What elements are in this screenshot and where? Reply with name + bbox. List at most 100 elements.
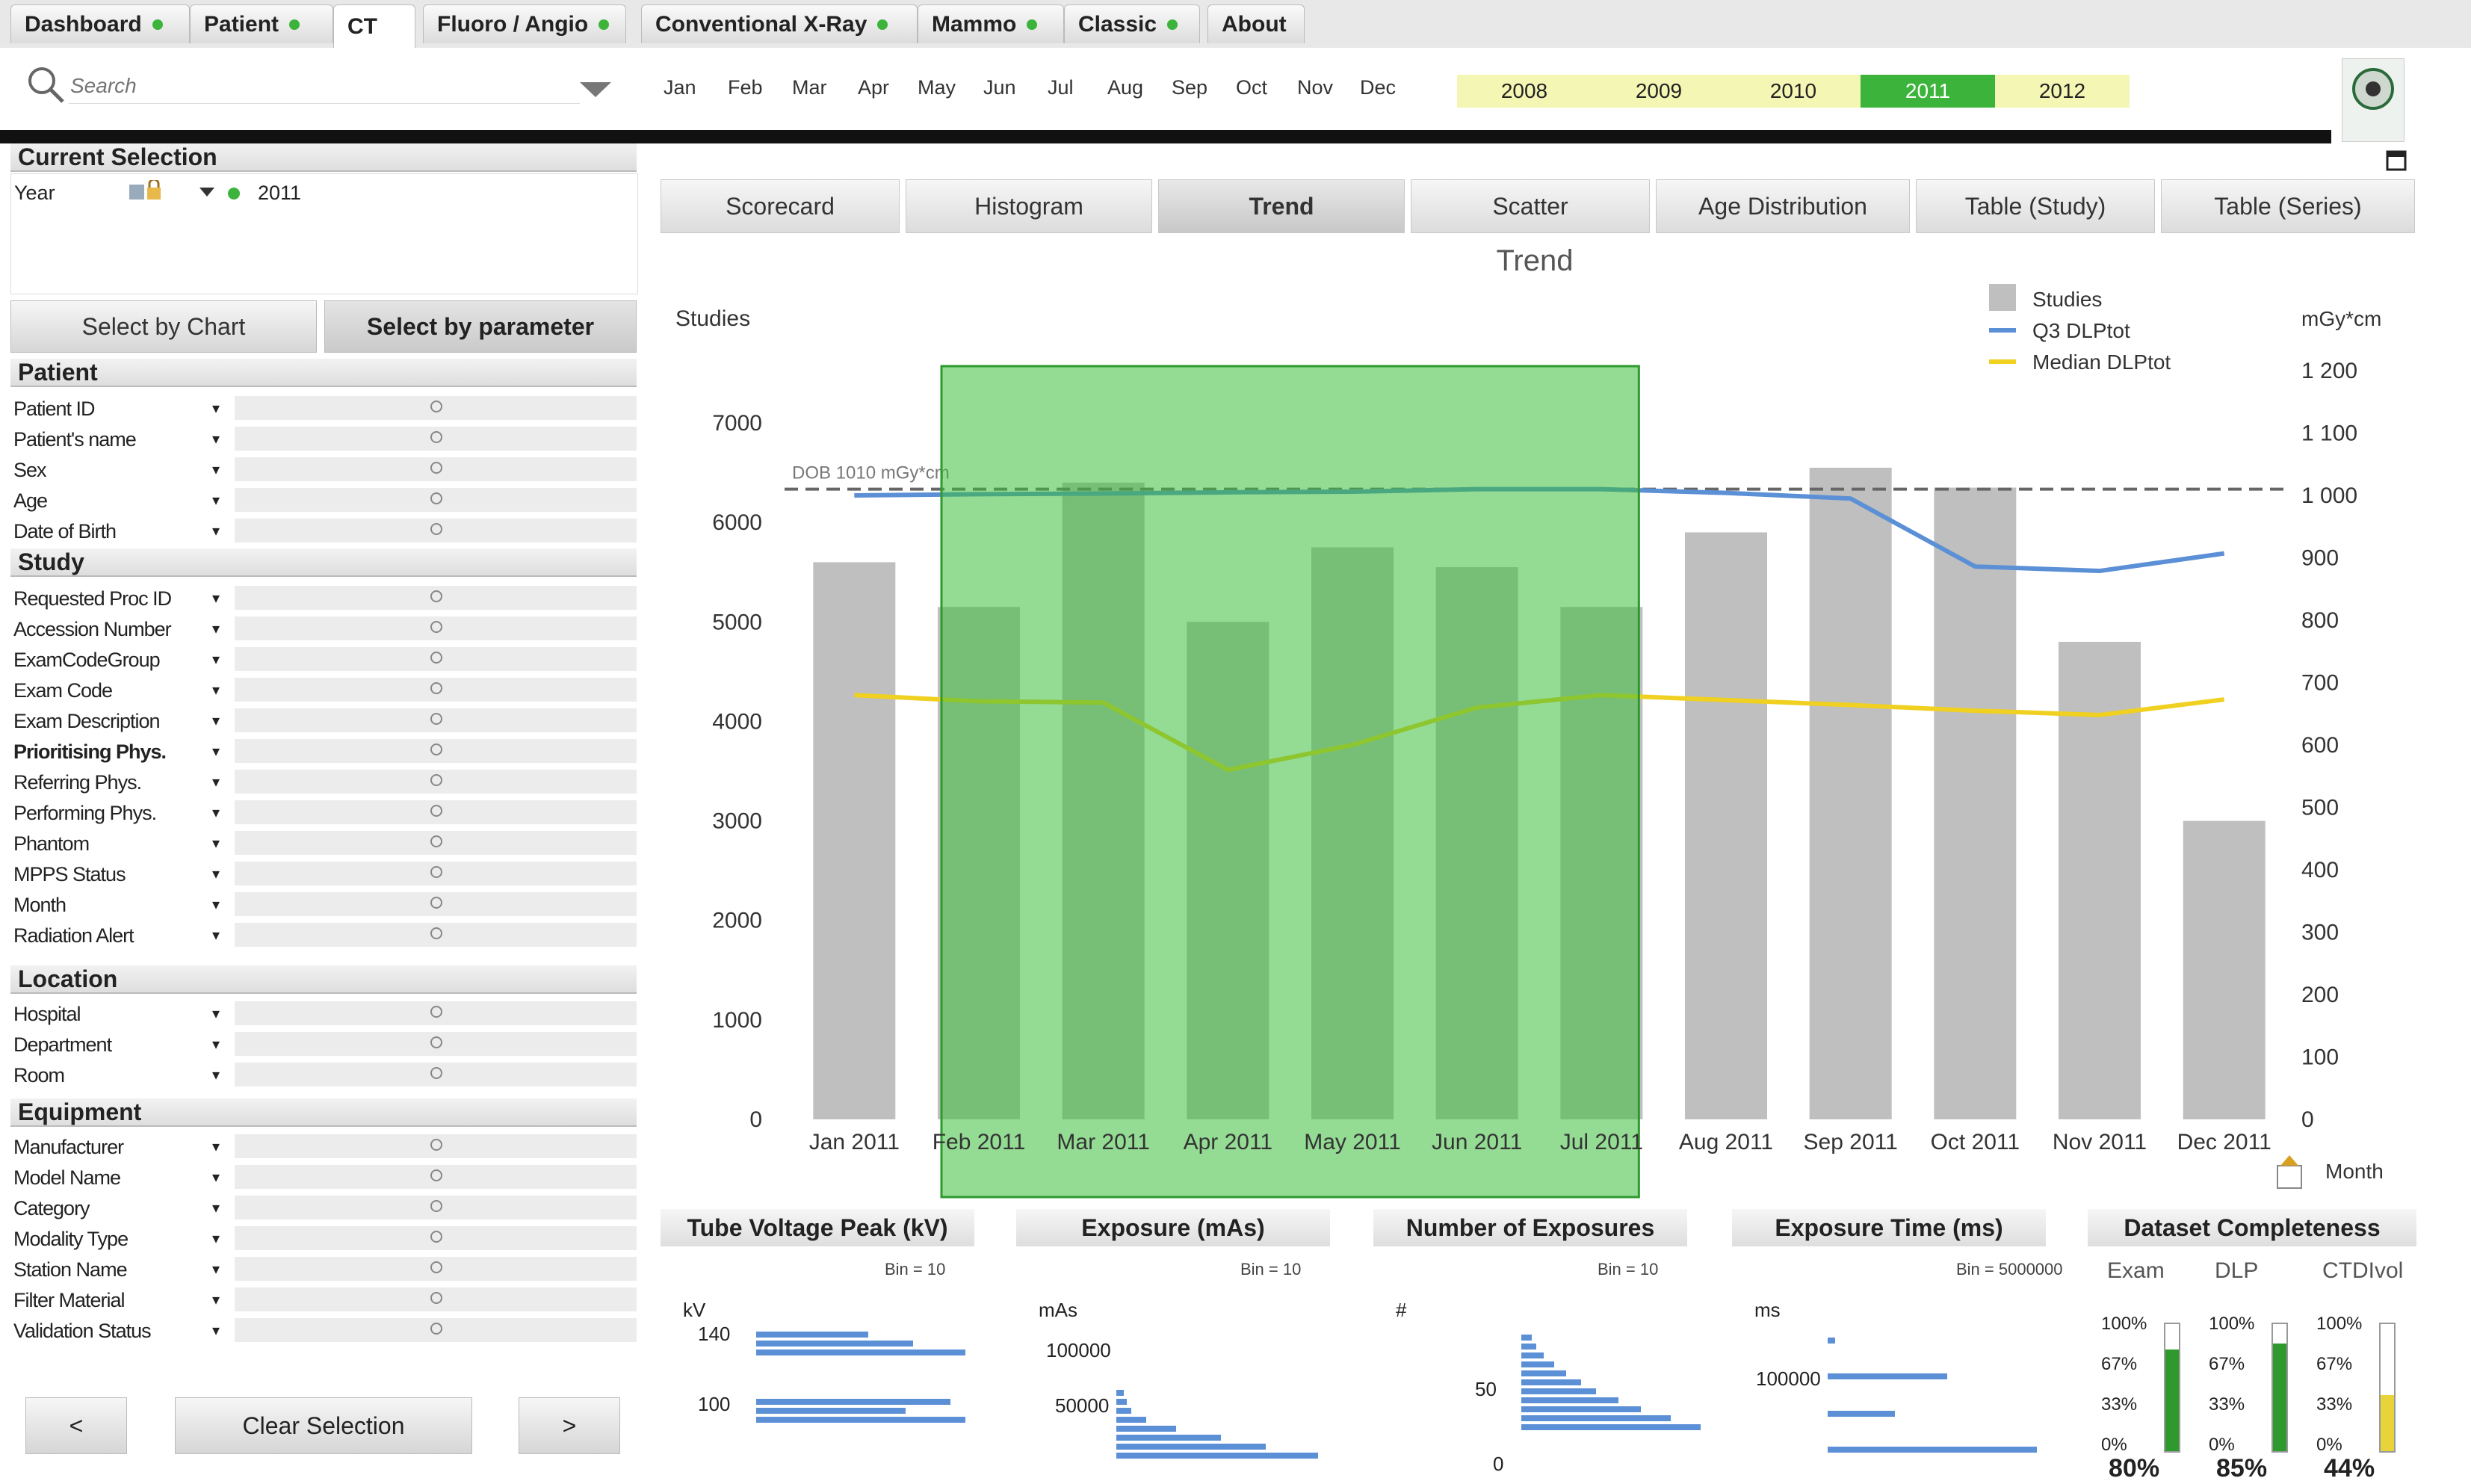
dropdown-arrow-icon[interactable]: ▾ xyxy=(212,1321,220,1340)
tab-patient[interactable]: Patient xyxy=(190,4,333,43)
search-input[interactable] xyxy=(69,69,580,104)
year-2012[interactable]: 2012 xyxy=(1995,75,2130,108)
radio-icon[interactable] xyxy=(430,401,442,412)
filter-row-radiation-alert[interactable]: Radiation Alert ▾ xyxy=(10,920,637,950)
radio-icon[interactable] xyxy=(430,835,442,847)
filter-row-exam-description[interactable]: Exam Description ▾ xyxy=(10,705,637,736)
chevron-down-icon[interactable] xyxy=(200,188,214,198)
dropdown-arrow-icon[interactable]: ▾ xyxy=(212,460,220,479)
year-2011[interactable]: 2011 xyxy=(1861,75,1995,108)
month-dec[interactable]: Dec xyxy=(1360,76,1396,99)
dropdown-arrow-icon[interactable]: ▾ xyxy=(212,1066,220,1084)
dropdown-arrow-icon[interactable]: ▾ xyxy=(212,711,220,730)
select-by-chart-tab[interactable]: Select by Chart xyxy=(10,300,317,353)
filter-row-patient-id[interactable]: Patient ID ▾ xyxy=(10,393,637,424)
filter-row-model-name[interactable]: Model Name ▾ xyxy=(10,1162,637,1193)
radio-icon[interactable] xyxy=(430,590,442,602)
filter-row-examcodegroup[interactable]: ExamCodeGroup ▾ xyxy=(10,644,637,675)
dropdown-arrow-icon[interactable]: ▾ xyxy=(212,1199,220,1217)
month-jun[interactable]: Jun xyxy=(983,76,1016,99)
year-2008[interactable]: 2008 xyxy=(1457,75,1592,108)
clear-selection-button[interactable]: Clear Selection xyxy=(175,1397,472,1454)
dropdown-arrow-icon[interactable]: ▾ xyxy=(212,619,220,638)
chevron-down-icon[interactable] xyxy=(578,81,613,99)
tab-dashboard[interactable]: Dashboard xyxy=(10,4,190,43)
tab-classic[interactable]: Classic xyxy=(1064,4,1200,43)
radio-icon[interactable] xyxy=(430,1006,442,1018)
dropdown-arrow-icon[interactable]: ▾ xyxy=(212,803,220,822)
tab-histogram[interactable]: Histogram xyxy=(906,179,1152,233)
radio-icon[interactable] xyxy=(430,1200,442,1212)
tab-age-distribution[interactable]: Age Distribution xyxy=(1656,179,1910,233)
radio-icon[interactable] xyxy=(430,492,442,504)
dropdown-arrow-icon[interactable]: ▾ xyxy=(212,773,220,791)
dropdown-arrow-icon[interactable]: ▾ xyxy=(212,865,220,883)
dropdown-arrow-icon[interactable]: ▾ xyxy=(212,926,220,944)
edit-lock-icon[interactable] xyxy=(128,180,170,204)
tab-table-study[interactable]: Table (Study) xyxy=(1916,179,2155,233)
radio-icon[interactable] xyxy=(430,1067,442,1079)
radio-icon[interactable] xyxy=(430,652,442,664)
month-aug[interactable]: Aug xyxy=(1107,76,1143,99)
year-2009[interactable]: 2009 xyxy=(1592,75,1726,108)
select-by-parameter-tab[interactable]: Select by parameter xyxy=(324,300,637,353)
dropdown-arrow-icon[interactable]: ▾ xyxy=(212,742,220,761)
month-jul[interactable]: Jul xyxy=(1048,76,1074,99)
sort-icon[interactable] xyxy=(2274,1155,2307,1191)
tab-conventional-xray[interactable]: Conventional X-Ray xyxy=(641,4,918,43)
radio-icon[interactable] xyxy=(430,1036,442,1048)
dropdown-arrow-icon[interactable]: ▾ xyxy=(212,1137,220,1156)
radio-icon[interactable] xyxy=(430,1169,442,1181)
dropdown-arrow-icon[interactable]: ▾ xyxy=(212,1290,220,1309)
month-sep[interactable]: Sep xyxy=(1172,76,1207,99)
dropdown-arrow-icon[interactable]: ▾ xyxy=(212,681,220,699)
filter-row-date-of-birth[interactable]: Date of Birth ▾ xyxy=(10,516,637,546)
filter-row-room[interactable]: Room ▾ xyxy=(10,1060,637,1090)
month-apr[interactable]: Apr xyxy=(858,76,889,99)
tab-ct[interactable]: CT xyxy=(333,4,415,48)
dropdown-arrow-icon[interactable]: ▾ xyxy=(212,1260,220,1279)
filter-row-age[interactable]: Age ▾ xyxy=(10,485,637,516)
tab-trend[interactable]: Trend xyxy=(1158,179,1405,233)
prev-button[interactable]: < xyxy=(25,1397,127,1454)
filter-row-referring-phys-[interactable]: Referring Phys. ▾ xyxy=(10,767,637,797)
radio-icon[interactable] xyxy=(430,927,442,939)
tab-table-series[interactable]: Table (Series) xyxy=(2161,179,2415,233)
tab-about[interactable]: About xyxy=(1207,4,1305,43)
filter-row-hospital[interactable]: Hospital ▾ xyxy=(10,998,637,1029)
filter-row-modality-type[interactable]: Modality Type ▾ xyxy=(10,1223,637,1254)
radio-icon[interactable] xyxy=(430,1292,442,1304)
filter-row-mpps-status[interactable]: MPPS Status ▾ xyxy=(10,859,637,889)
radio-icon[interactable] xyxy=(430,805,442,817)
radio-icon[interactable] xyxy=(430,866,442,878)
month-nov[interactable]: Nov xyxy=(1297,76,1333,99)
radio-icon[interactable] xyxy=(430,774,442,786)
dropdown-arrow-icon[interactable]: ▾ xyxy=(212,1229,220,1248)
filter-row-phantom[interactable]: Phantom ▾ xyxy=(10,828,637,859)
dropdown-arrow-icon[interactable]: ▾ xyxy=(212,834,220,853)
radio-icon[interactable] xyxy=(430,897,442,909)
radio-icon[interactable] xyxy=(430,1261,442,1273)
dropdown-arrow-icon[interactable]: ▾ xyxy=(212,430,220,448)
dropdown-arrow-icon[interactable]: ▾ xyxy=(212,650,220,669)
dropdown-arrow-icon[interactable]: ▾ xyxy=(212,491,220,510)
month-oct[interactable]: Oct xyxy=(1236,76,1267,99)
radio-icon[interactable] xyxy=(430,523,442,535)
radio-icon[interactable] xyxy=(430,462,442,474)
filter-row-station-name[interactable]: Station Name ▾ xyxy=(10,1254,637,1284)
radio-icon[interactable] xyxy=(430,713,442,725)
radio-icon[interactable] xyxy=(430,1231,442,1243)
filter-row-exam-code[interactable]: Exam Code ▾ xyxy=(10,675,637,705)
next-button[interactable]: > xyxy=(519,1397,620,1454)
month-mar[interactable]: Mar xyxy=(792,76,827,99)
radio-icon[interactable] xyxy=(430,621,442,633)
year-2010[interactable]: 2010 xyxy=(1726,75,1861,108)
dropdown-arrow-icon[interactable]: ▾ xyxy=(212,522,220,540)
radio-icon[interactable] xyxy=(430,431,442,443)
dropdown-arrow-icon[interactable]: ▾ xyxy=(212,1035,220,1054)
tab-scorecard[interactable]: Scorecard xyxy=(661,179,900,233)
tab-scatter[interactable]: Scatter xyxy=(1411,179,1650,233)
filter-row-accession-number[interactable]: Accession Number ▾ xyxy=(10,613,637,644)
maximize-icon[interactable] xyxy=(2385,149,2407,172)
month-jan[interactable]: Jan xyxy=(664,76,696,99)
